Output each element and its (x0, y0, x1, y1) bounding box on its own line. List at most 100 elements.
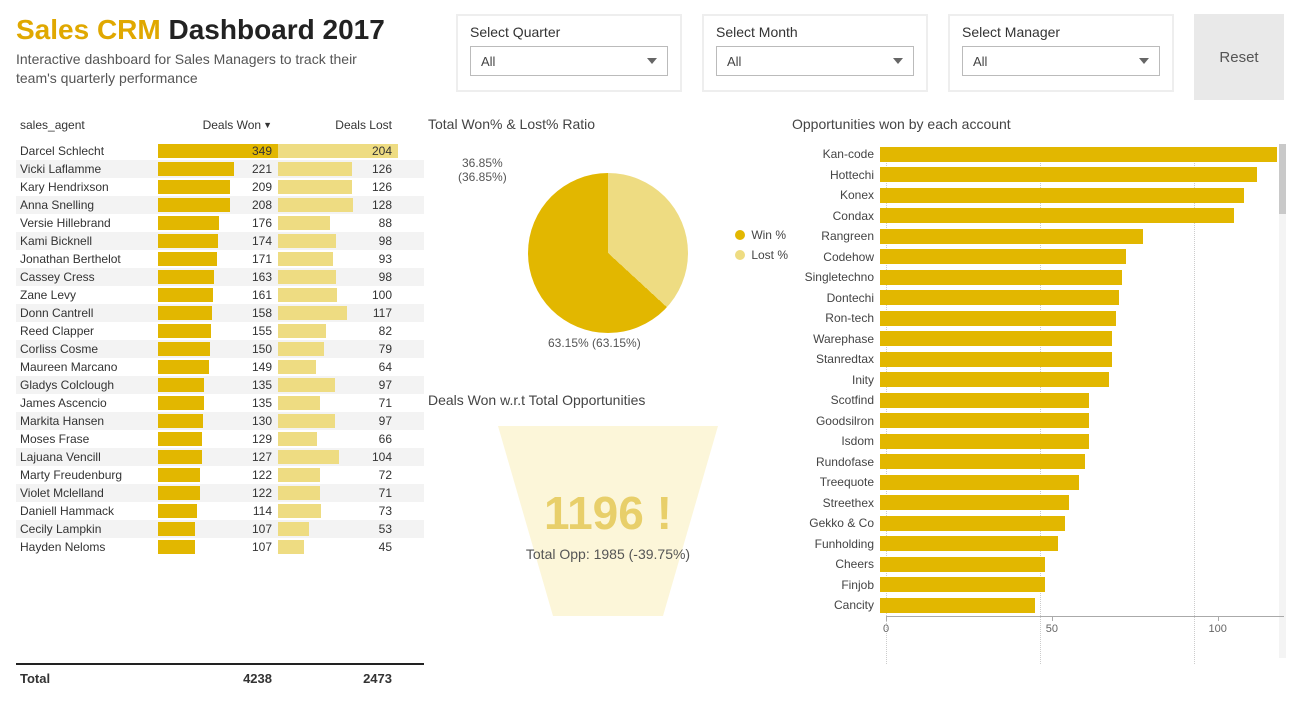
table-row[interactable]: Versie Hillebrand17688 (16, 214, 424, 232)
account-row[interactable]: Rundofase (792, 452, 1284, 473)
lost-bar-cell: 97 (278, 377, 398, 393)
table-row[interactable]: Anna Snelling208128 (16, 196, 424, 214)
won-value: 150 (252, 342, 272, 356)
account-row[interactable]: Cheers (792, 554, 1284, 575)
account-bar (880, 270, 1122, 285)
account-row[interactable]: Streethex (792, 493, 1284, 514)
won-bar-cell: 163 (158, 269, 278, 285)
won-bar (158, 162, 234, 176)
account-bar-track (880, 147, 1284, 162)
account-row[interactable]: Stanredtax (792, 349, 1284, 370)
col-header-lost[interactable]: Deals Lost (278, 118, 398, 132)
account-row[interactable]: Treequote (792, 472, 1284, 493)
account-row[interactable]: Rangreen (792, 226, 1284, 247)
pie-chart[interactable]: 36.85% (36.85%) 63.15% (63.15%) Win % Lo… (428, 138, 788, 368)
lost-bar-cell: 126 (278, 161, 398, 177)
account-row[interactable]: Warephase (792, 329, 1284, 350)
table-row[interactable]: Corliss Cosme15079 (16, 340, 424, 358)
won-bar (158, 504, 197, 518)
account-row[interactable]: Condax (792, 206, 1284, 227)
account-row[interactable]: Goodsilron (792, 411, 1284, 432)
table-row[interactable]: Markita Hansen13097 (16, 412, 424, 430)
col-header-agent[interactable]: sales_agent (20, 118, 158, 132)
account-row[interactable]: Codehow (792, 247, 1284, 268)
gauge-card[interactable]: 1196 ! Total Opp: 1985 (-39.75%) (428, 414, 788, 634)
table-row[interactable]: Maureen Marcano14964 (16, 358, 424, 376)
account-bar-track (880, 249, 1284, 264)
axis-tick (886, 617, 887, 621)
won-bar-cell: 149 (158, 359, 278, 375)
table-row[interactable]: Violet Mclelland12271 (16, 484, 424, 502)
legend-lost[interactable]: Lost % (735, 248, 788, 262)
agent-name: Kami Bicknell (20, 234, 158, 248)
filter-quarter-label: Select Quarter (470, 24, 668, 40)
won-bar (158, 396, 204, 410)
won-bar (158, 306, 212, 320)
account-row[interactable]: Scotfind (792, 390, 1284, 411)
account-label: Warephase (792, 332, 880, 346)
table-row[interactable]: Zane Levy161100 (16, 286, 424, 304)
account-row[interactable]: Hottechi (792, 165, 1284, 186)
account-bar (880, 598, 1035, 613)
table-row[interactable]: Vicki Laflamme221126 (16, 160, 424, 178)
account-row[interactable]: Finjob (792, 575, 1284, 596)
legend-win[interactable]: Win % (735, 228, 788, 242)
table-row[interactable]: Kami Bicknell17498 (16, 232, 424, 250)
account-row[interactable]: Inity (792, 370, 1284, 391)
table-row[interactable]: Gladys Colclough13597 (16, 376, 424, 394)
lost-bar-cell: 66 (278, 431, 398, 447)
account-row[interactable]: Funholding (792, 534, 1284, 555)
table-row[interactable]: Cecily Lampkin10753 (16, 520, 424, 538)
won-bar (158, 180, 230, 194)
agent-name: Corliss Cosme (20, 342, 158, 356)
table-row[interactable]: Donn Cantrell158117 (16, 304, 424, 322)
won-bar-cell: 150 (158, 341, 278, 357)
account-row[interactable]: Cancity (792, 595, 1284, 616)
account-bar-track (880, 577, 1284, 592)
table-row[interactable]: Moses Frase12966 (16, 430, 424, 448)
col-header-won[interactable]: Deals Won▼ (158, 118, 278, 132)
account-label: Streethex (792, 496, 880, 510)
table-row[interactable]: Darcel Schlecht349204 (16, 142, 424, 160)
lost-bar (278, 234, 336, 248)
table-row[interactable]: Reed Clapper15582 (16, 322, 424, 340)
account-row[interactable]: Ron-tech (792, 308, 1284, 329)
table-row[interactable]: Lajuana Vencill127104 (16, 448, 424, 466)
lost-bar-cell: 72 (278, 467, 398, 483)
account-row[interactable]: Isdom (792, 431, 1284, 452)
table-row[interactable]: James Ascencio13571 (16, 394, 424, 412)
account-row[interactable]: Kan-code (792, 144, 1284, 165)
lost-bar (278, 486, 320, 500)
table-row[interactable]: Kary Hendrixson209126 (16, 178, 424, 196)
lost-bar-cell: 64 (278, 359, 398, 375)
account-row[interactable]: Singletechno (792, 267, 1284, 288)
chevron-down-icon (1139, 58, 1149, 64)
won-bar (158, 270, 214, 284)
won-bar-cell: 174 (158, 233, 278, 249)
lost-bar-cell: 98 (278, 269, 398, 285)
table-row[interactable]: Cassey Cress16398 (16, 268, 424, 286)
account-bar-track (880, 372, 1284, 387)
agent-name: Anna Snelling (20, 198, 158, 212)
agent-name: Cassey Cress (20, 270, 158, 284)
lost-bar-cell: 98 (278, 233, 398, 249)
table-row[interactable]: Hayden Neloms10745 (16, 538, 424, 556)
gauge-value: 1196 ! (544, 486, 672, 540)
table-row[interactable]: Jonathan Berthelot17193 (16, 250, 424, 268)
account-row[interactable]: Gekko & Co (792, 513, 1284, 534)
table-row[interactable]: Marty Freudenburg12272 (16, 466, 424, 484)
lost-bar-cell: 93 (278, 251, 398, 267)
table-row[interactable]: Daniell Hammack11473 (16, 502, 424, 520)
account-row[interactable]: Dontechi (792, 288, 1284, 309)
won-bar-cell: 107 (158, 539, 278, 555)
page-subtitle: Interactive dashboard for Sales Managers… (16, 50, 396, 88)
filter-manager-select[interactable]: All (962, 46, 1160, 76)
filter-month-select[interactable]: All (716, 46, 914, 76)
total-won: 4238 (158, 671, 278, 686)
reset-button[interactable]: Reset (1194, 14, 1284, 100)
account-bar (880, 352, 1112, 367)
accounts-bar-chart[interactable]: Kan-codeHottechiKonexCondaxRangreenCodeh… (792, 144, 1284, 686)
filter-quarter-select[interactable]: All (470, 46, 668, 76)
agent-name: Maureen Marcano (20, 360, 158, 374)
account-row[interactable]: Konex (792, 185, 1284, 206)
